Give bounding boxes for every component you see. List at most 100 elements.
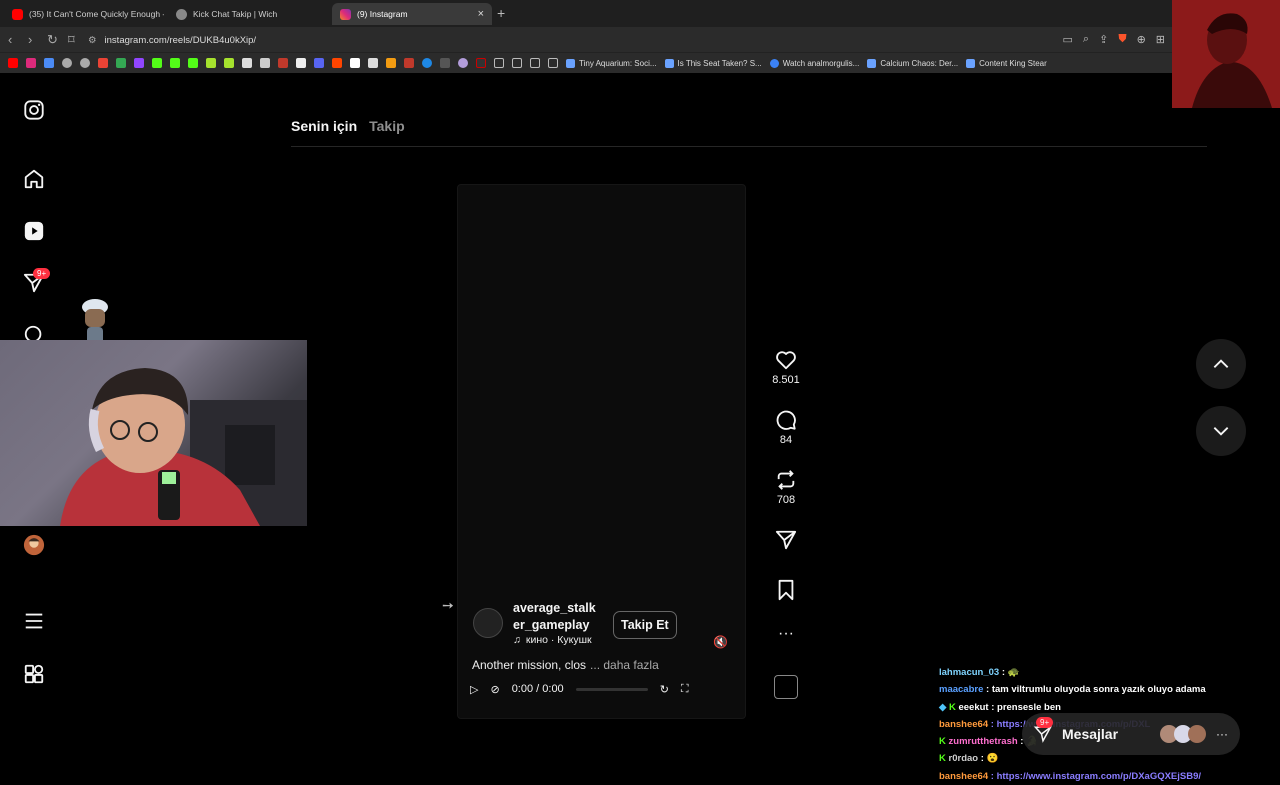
chat-text: : prensesle ben bbox=[988, 701, 1061, 713]
extensions-icon[interactable]: ⊞ bbox=[1156, 33, 1165, 46]
chat-badge-icon: ◆ bbox=[939, 701, 947, 713]
bookmark-icon[interactable] bbox=[260, 58, 270, 68]
bookmark-icon[interactable] bbox=[350, 58, 360, 68]
feed-tabs: Senin için Takip bbox=[291, 118, 405, 134]
kick-bookmark-icon[interactable] bbox=[152, 58, 162, 68]
anchor-bookmark-icon[interactable] bbox=[242, 58, 252, 68]
close-tab-icon[interactable]: × bbox=[478, 8, 484, 20]
bookmark-icon[interactable] bbox=[476, 58, 486, 68]
previous-reel-button[interactable] bbox=[1196, 339, 1246, 389]
folder-icon[interactable] bbox=[530, 58, 540, 68]
bookmark-link[interactable]: Is This Seat Taken? S... bbox=[664, 58, 762, 68]
next-reel-button[interactable] bbox=[1196, 406, 1246, 456]
music-info[interactable]: ♫ кино · Кукушк bbox=[513, 634, 592, 646]
chat-username: banshee64 bbox=[939, 718, 989, 730]
bookmark-icon[interactable] bbox=[368, 58, 378, 68]
browser-tab-youtube[interactable]: (35) It Can't Come Quickly Enough - bbox=[4, 3, 164, 25]
reel-video[interactable]: average_stalk er_gameplay Takip Et ♫ кин… bbox=[457, 184, 746, 719]
globe-bookmark-icon[interactable] bbox=[80, 58, 90, 68]
bookmark-icon[interactable] bbox=[422, 58, 432, 68]
translate-bookmark-icon[interactable] bbox=[44, 58, 54, 68]
bookmark-icon[interactable] bbox=[386, 58, 396, 68]
share-button[interactable] bbox=[770, 529, 802, 554]
tab-following[interactable]: Takip bbox=[369, 118, 405, 134]
music-title: кино · Кукушк bbox=[525, 634, 592, 646]
steam-icon bbox=[966, 58, 976, 68]
browser-tab-kick-chat[interactable]: Kick Chat Takip | Wich bbox=[168, 3, 328, 25]
new-tab-button[interactable]: + bbox=[497, 5, 505, 21]
fullscreen-icon[interactable]: ⛶ bbox=[681, 683, 689, 696]
back-icon[interactable]: ‹ bbox=[8, 32, 12, 47]
extension-icon[interactable]: ⊕ bbox=[1137, 33, 1146, 46]
messages-button[interactable]: 9+ Mesajlar ··· bbox=[1022, 713, 1240, 755]
tab-for-you[interactable]: Senin için bbox=[291, 118, 357, 134]
messages-label: Mesajlar bbox=[1062, 726, 1119, 742]
youtube-bookmark-icon[interactable] bbox=[8, 58, 18, 68]
repost-icon bbox=[777, 470, 795, 490]
chat-message: banshee64 : https://www.instagram.com/p/… bbox=[939, 768, 1269, 785]
chat-text: : tam viltrumlu oluyoda sonra yazık oluy… bbox=[983, 684, 1206, 696]
author-avatar[interactable] bbox=[473, 608, 503, 638]
bookmark-link[interactable]: Tiny Aquarium: Soci... bbox=[566, 58, 657, 68]
repost-button[interactable]: 708 bbox=[770, 469, 802, 506]
instagram-logo-icon[interactable] bbox=[22, 98, 46, 122]
bookmark-label: Tiny Aquarium: Soci... bbox=[579, 58, 657, 68]
folder-icon[interactable] bbox=[494, 58, 504, 68]
steam-icon bbox=[867, 58, 877, 68]
address-bar[interactable]: ⚙ instagram.com/reels/DUKB4u0kXip/ bbox=[88, 30, 1208, 50]
like-button[interactable]: 8.501 bbox=[770, 349, 802, 386]
kick-badge-icon: K bbox=[939, 736, 946, 748]
reload-icon[interactable]: ↻ bbox=[47, 32, 58, 48]
more-options-icon[interactable]: ··· bbox=[770, 625, 802, 643]
forward-icon[interactable]: › bbox=[28, 32, 32, 47]
progress-bar[interactable] bbox=[575, 687, 648, 691]
comment-button[interactable]: 84 bbox=[770, 409, 802, 446]
chat-username: r0rdao bbox=[948, 753, 979, 765]
cast-icon[interactable]: ▭ bbox=[1063, 33, 1073, 46]
follow-button[interactable]: Takip Et bbox=[613, 611, 677, 639]
author-username[interactable]: average_stalk er_gameplay bbox=[513, 600, 596, 634]
twitch-bookmark-icon[interactable] bbox=[134, 58, 144, 68]
bookmark-icon[interactable] bbox=[224, 58, 234, 68]
webcam-overlay bbox=[0, 340, 307, 526]
bookmark-icon[interactable] bbox=[206, 58, 216, 68]
bookmark-icon[interactable] bbox=[314, 58, 324, 68]
x-bookmark-icon[interactable] bbox=[296, 58, 306, 68]
avatar bbox=[1188, 725, 1206, 743]
bookmark-icon[interactable] bbox=[440, 58, 450, 68]
reels-icon[interactable] bbox=[22, 219, 46, 243]
drive-bookmark-icon[interactable] bbox=[116, 58, 126, 68]
instagram-bookmark-icon[interactable] bbox=[26, 58, 36, 68]
globe-bookmark-icon[interactable] bbox=[62, 58, 72, 68]
bookmark-link[interactable]: Watch analmorgulis... bbox=[769, 58, 859, 68]
reddit-bookmark-icon[interactable] bbox=[332, 58, 342, 68]
kick-bookmark-icon[interactable] bbox=[170, 58, 180, 68]
profile-avatar[interactable] bbox=[22, 533, 46, 557]
folder-icon[interactable] bbox=[548, 58, 558, 68]
bookmark-icon[interactable] bbox=[278, 58, 288, 68]
menu-icon[interactable] bbox=[22, 609, 46, 633]
bookmark-icon bbox=[778, 579, 794, 601]
more-options-icon[interactable]: ··· bbox=[1216, 727, 1228, 741]
bookmark-link[interactable]: Content King Stear bbox=[966, 58, 1047, 68]
zoom-icon[interactable]: ⌕ bbox=[1083, 33, 1089, 46]
share-icon[interactable]: ⇪ bbox=[1099, 33, 1108, 46]
bookmark-icon[interactable] bbox=[404, 58, 414, 68]
bookmark-link[interactable]: Calcium Chaos: Der... bbox=[867, 58, 958, 68]
audio-thumbnail[interactable] bbox=[774, 675, 798, 699]
replay-icon[interactable]: ↻ bbox=[660, 683, 669, 696]
mute-icon[interactable]: 🔇 bbox=[713, 635, 728, 649]
more-link[interactable]: ... daha fazla bbox=[590, 658, 659, 672]
home-icon[interactable] bbox=[22, 167, 46, 191]
bookmark-page-icon[interactable]: ⌑ bbox=[68, 32, 75, 48]
kick-bookmark-icon[interactable] bbox=[188, 58, 198, 68]
apps-icon[interactable] bbox=[22, 662, 46, 686]
browser-tab-instagram[interactable]: (9) Instagram × bbox=[332, 3, 492, 25]
bookmark-icon[interactable] bbox=[458, 58, 468, 68]
gmail-bookmark-icon[interactable] bbox=[98, 58, 108, 68]
brave-shield-icon[interactable]: ⛊ bbox=[1118, 33, 1126, 46]
save-button[interactable] bbox=[770, 579, 802, 604]
play-icon[interactable]: ▷ bbox=[470, 683, 478, 696]
volume-mute-icon[interactable]: ⊘ bbox=[490, 683, 499, 696]
folder-icon[interactable] bbox=[512, 58, 522, 68]
